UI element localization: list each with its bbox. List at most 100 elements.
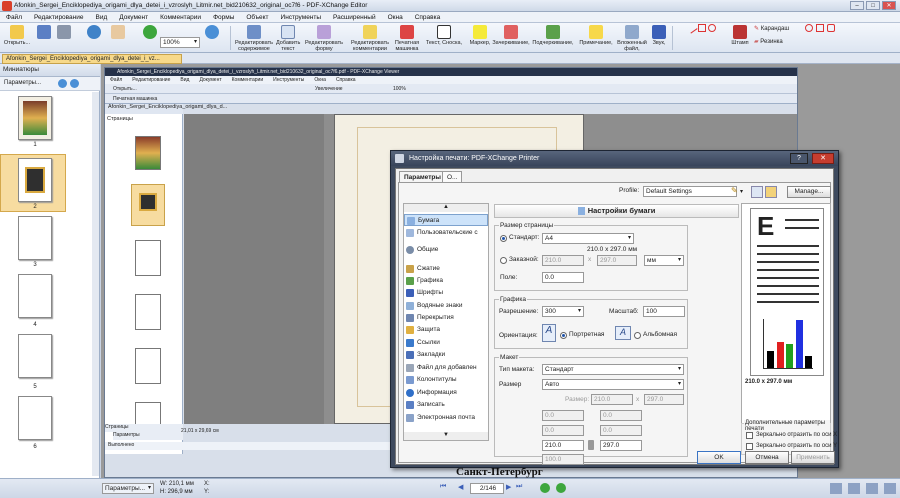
custom-height-input[interactable]: 297.0 — [597, 255, 637, 266]
pencil-tool[interactable]: ✎ Карандаш — [754, 25, 789, 32]
layout-d1-input[interactable]: 100.0 — [542, 454, 584, 465]
inner-thumb[interactable] — [135, 294, 161, 330]
document-tab[interactable]: Afonkin_Sergei_Enciklopediya_origami_dly… — [2, 54, 182, 64]
note-button[interactable]: Примечание, — [578, 24, 614, 52]
save-button[interactable] — [36, 24, 52, 52]
nav-graphics[interactable]: Графика — [404, 275, 488, 287]
add-text-button[interactable]: Добавить текст — [276, 24, 300, 52]
tab-parameters[interactable]: Параметры — [399, 171, 446, 182]
edit-profile-icon[interactable]: ✎ — [731, 186, 738, 195]
menu-comments[interactable]: Комментарии — [154, 14, 207, 21]
page-thumbnail[interactable] — [18, 158, 52, 202]
sound-button[interactable]: Звук, — [650, 24, 668, 52]
layout-c2-input[interactable]: 297.0 — [600, 440, 642, 451]
attached-file-button[interactable]: Вложенный файл, — [616, 24, 648, 52]
layout-height-input[interactable]: 297.0 — [644, 394, 684, 405]
undo-button[interactable] — [86, 24, 102, 52]
nav-paper[interactable]: Бумага — [404, 214, 488, 226]
mirror-x-checkbox[interactable] — [746, 432, 753, 439]
strikeout-button[interactable]: Зачеркивание, — [492, 24, 530, 52]
custom-width-input[interactable]: 210.0 — [542, 255, 584, 266]
offset-a1-input[interactable]: 0.0 — [542, 410, 584, 421]
mirror-y-checkbox[interactable] — [746, 443, 753, 450]
shapes-group[interactable] — [676, 22, 728, 52]
landscape-radio[interactable] — [634, 332, 641, 339]
inner-thumb[interactable] — [135, 348, 161, 384]
custom-radio[interactable] — [500, 257, 507, 264]
scale-input[interactable]: 100 — [643, 306, 685, 317]
nav-info[interactable]: Информация — [404, 387, 488, 399]
back-icon[interactable] — [540, 483, 550, 493]
nav-security[interactable]: Защита — [404, 324, 488, 336]
page-thumbnail[interactable] — [18, 396, 52, 440]
inner-open[interactable]: Открыть... — [113, 86, 137, 92]
inner-menu-item[interactable]: Комментарии — [227, 77, 269, 83]
standard-size-select[interactable]: A4 — [542, 233, 634, 244]
hand-tool-button[interactable] — [110, 24, 126, 52]
nav-headers-footers[interactable]: Колонтитулы — [404, 374, 488, 386]
inner-thumb[interactable] — [135, 136, 161, 170]
profile-select[interactable]: Default Settings — [643, 186, 737, 197]
marker-button[interactable]: Маркер, — [468, 24, 492, 52]
cancel-button[interactable]: Отмена — [745, 451, 789, 464]
menu-window[interactable]: Окна — [382, 14, 409, 21]
nav-general[interactable]: Общие — [404, 244, 488, 256]
text-callout-button[interactable]: Текст, Сноска, — [424, 24, 464, 52]
inner-menu-item[interactable]: Инструменты — [268, 77, 309, 83]
menu-advanced[interactable]: Расширенный — [327, 14, 382, 21]
inner-typewriter[interactable]: Печатная машинка — [113, 96, 157, 102]
minimize-button[interactable]: – — [850, 1, 864, 10]
manage-button[interactable]: Manage... — [787, 186, 831, 198]
menu-file[interactable]: Файл — [0, 14, 28, 21]
maximize-button[interactable]: □ — [866, 1, 880, 10]
tab-about[interactable]: О... — [442, 171, 463, 182]
nav-links[interactable]: Ссылки — [404, 337, 488, 349]
menu-tools[interactable]: Инструменты — [275, 14, 328, 21]
inner-enlarge[interactable]: Увеличение — [315, 86, 343, 92]
underline-button[interactable]: Подчеркивание, — [531, 24, 575, 52]
close-button[interactable]: ✕ — [882, 1, 896, 10]
typewriter-button[interactable]: Печатная машинка — [392, 24, 422, 52]
next-page-icon[interactable]: ▶ — [506, 483, 516, 494]
help-button[interactable]: ? — [790, 153, 808, 164]
inner-zoom[interactable]: 100% — [393, 86, 406, 92]
inner-side-options[interactable]: Параметры — [113, 432, 183, 440]
misc-tools-group[interactable] — [800, 24, 840, 52]
thumb-zoom-in-icon[interactable] — [70, 79, 79, 88]
zoom-select[interactable]: 100% — [160, 37, 200, 48]
nav-overlays[interactable]: Перекрытия — [404, 312, 488, 324]
offset-b1-input[interactable]: 0.0 — [600, 410, 642, 421]
last-page-icon[interactable]: ⏭ — [516, 483, 530, 494]
first-page-icon[interactable]: ⏮ — [440, 483, 458, 494]
sidebar-scrollbar[interactable] — [92, 92, 99, 476]
nav-fonts[interactable]: Шрифты — [404, 287, 488, 299]
thumb-zoom-out-icon[interactable] — [58, 79, 67, 88]
zoom-in-icon[interactable] — [884, 483, 896, 494]
print-button[interactable] — [56, 24, 72, 52]
unit-select[interactable]: мм — [644, 255, 684, 266]
layout-type-select[interactable]: Стандарт — [542, 364, 684, 375]
nav-email[interactable]: Электронная почта — [404, 412, 488, 424]
zoom-in-button[interactable] — [204, 24, 220, 52]
nav-watermarks[interactable]: Водяные знаки — [404, 300, 488, 312]
zoom-out-icon[interactable] — [866, 483, 878, 494]
page-thumbnail[interactable] — [18, 334, 52, 378]
open-profile-icon[interactable] — [765, 186, 777, 198]
layout-c1-input[interactable]: 210.0 — [542, 440, 584, 451]
edit-form-button[interactable]: Редактировать форму — [304, 24, 344, 52]
rotate-button[interactable] — [142, 24, 158, 52]
view-mode-icon[interactable] — [848, 483, 860, 494]
open-button[interactable]: Открыть... — [3, 24, 31, 52]
forward-icon[interactable] — [556, 483, 566, 493]
offset-a2-input[interactable]: 0.0 — [542, 425, 584, 436]
stamp-button[interactable]: Штамп — [730, 24, 750, 52]
page-thumbnail[interactable] — [18, 96, 52, 140]
edit-content-button[interactable]: Редактировать содержимое — [233, 24, 275, 52]
page-thumbnail[interactable] — [18, 274, 52, 318]
inner-menu-item[interactable]: Вид — [175, 77, 194, 83]
view-mode-icon[interactable] — [830, 483, 842, 494]
inner-menu-item[interactable]: Документ — [194, 77, 226, 83]
inner-menu-item[interactable]: Окна — [309, 77, 331, 83]
page-input[interactable]: 2/146 — [470, 483, 504, 494]
status-options[interactable]: Параметры... — [102, 483, 154, 494]
